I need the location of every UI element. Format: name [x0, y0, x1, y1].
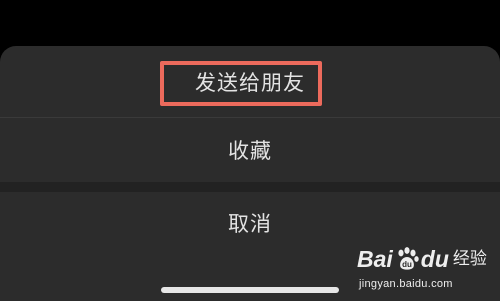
cancel-label: 取消: [228, 212, 272, 236]
watermark-brand-suffix: 经验: [452, 249, 487, 269]
watermark-logo: Bai du du 经验: [357, 244, 487, 274]
section-gap: [0, 182, 500, 192]
home-indicator[interactable]: [161, 287, 339, 293]
watermark-url: jingyan.baidu.com: [359, 278, 453, 290]
send-to-friend-label: 发送给朋友: [195, 70, 305, 95]
send-to-friend-option[interactable]: 发送给朋友: [0, 46, 500, 117]
baidu-jingyan-watermark: Bai du du 经验 jingyan.baidu.com: [355, 242, 495, 298]
watermark-brand-bai: Bai: [357, 246, 393, 272]
favorite-label: 收藏: [228, 139, 272, 163]
watermark-brand-du: du: [420, 246, 449, 272]
favorite-option[interactable]: 收藏: [0, 118, 500, 182]
svg-text:du: du: [402, 260, 412, 269]
screen: 发送给朋友 收藏 取消 Bai du du 经验 jingyan.baidu.c…: [0, 0, 500, 301]
baidu-paw-icon: du: [398, 247, 419, 270]
